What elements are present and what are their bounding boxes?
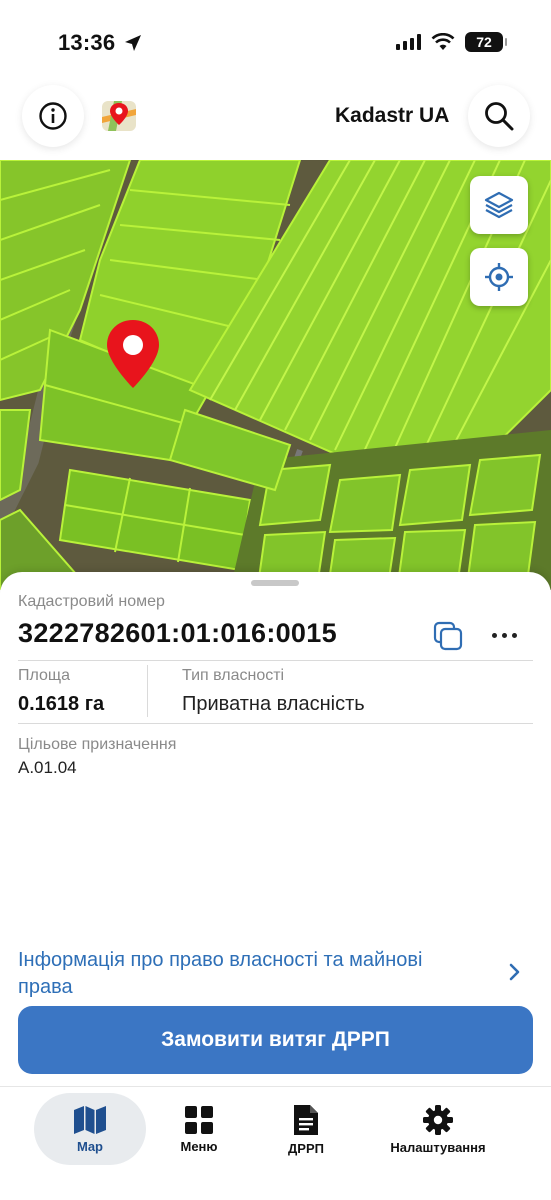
battery-icon: 72 — [465, 32, 507, 52]
area-label: Площа — [18, 667, 70, 684]
cadastral-map[interactable] — [0, 160, 551, 590]
purpose-value: А.01.04 — [18, 758, 77, 777]
tab-map[interactable]: Map — [34, 1093, 146, 1165]
my-location-button[interactable] — [470, 248, 528, 306]
tab-label: ДРРП — [288, 1140, 324, 1156]
status-indicators: 72 — [396, 32, 507, 52]
cadastral-number-value: 3222782601:01:016:0015 — [18, 618, 337, 648]
chevron-right-icon[interactable] — [508, 963, 522, 981]
bottom-tab-bar: Map Меню ДРРП Налаштування — [0, 1086, 551, 1200]
ownership-type-label: Тип власності — [182, 667, 285, 684]
search-button[interactable] — [468, 85, 530, 147]
tab-settings[interactable]: Налаштування — [380, 1093, 496, 1165]
crosshair-icon — [485, 263, 513, 291]
divider — [18, 660, 533, 661]
grid-icon — [185, 1105, 213, 1134]
cadastral-number-label: Кадастровий номер — [18, 593, 165, 610]
layers-icon — [484, 191, 514, 219]
more-options-icon[interactable] — [492, 622, 517, 648]
info-button[interactable] — [22, 85, 84, 147]
status-time: 13:36 — [58, 30, 116, 55]
map-icon — [74, 1105, 106, 1134]
document-icon — [294, 1104, 318, 1135]
copy-icon[interactable] — [432, 620, 464, 652]
tab-label: Map — [77, 1138, 103, 1154]
wifi-icon — [431, 33, 455, 50]
sheet-drag-handle[interactable] — [251, 580, 299, 586]
search-icon — [485, 102, 514, 131]
layers-button[interactable] — [470, 176, 528, 234]
location-arrow-icon — [125, 35, 141, 51]
cellular-signal-icon — [396, 34, 421, 50]
ownership-type-value: Приватна власність — [182, 693, 365, 715]
satellite-map-layer — [0, 160, 551, 590]
ownership-rights-link[interactable]: Інформація про право власності та майнов… — [18, 947, 458, 1001]
status-bar: 13:36 72 — [0, 0, 551, 90]
vertical-divider — [147, 665, 148, 717]
order-extract-button[interactable]: Замовити витяг ДРРП — [18, 1006, 533, 1074]
tab-menu[interactable]: Меню — [160, 1093, 238, 1165]
info-icon — [39, 102, 67, 130]
app-logo-icon — [102, 101, 136, 131]
app-title: Kadastr UA — [335, 104, 450, 127]
area-value: 0.1618 га — [18, 693, 105, 715]
parcel-details-sheet: Кадастровий номер 3222782601:01:016:0015… — [0, 572, 551, 1092]
app-header: Kadastr UA — [0, 85, 551, 160]
tab-label: Меню — [180, 1138, 218, 1154]
map-pin-icon — [107, 320, 159, 388]
divider — [18, 723, 533, 724]
tab-drrp[interactable]: ДРРП — [270, 1093, 342, 1165]
tab-label: Налаштування — [390, 1139, 486, 1155]
gear-icon — [423, 1104, 453, 1135]
purpose-label: Цільове призначення — [18, 736, 177, 753]
